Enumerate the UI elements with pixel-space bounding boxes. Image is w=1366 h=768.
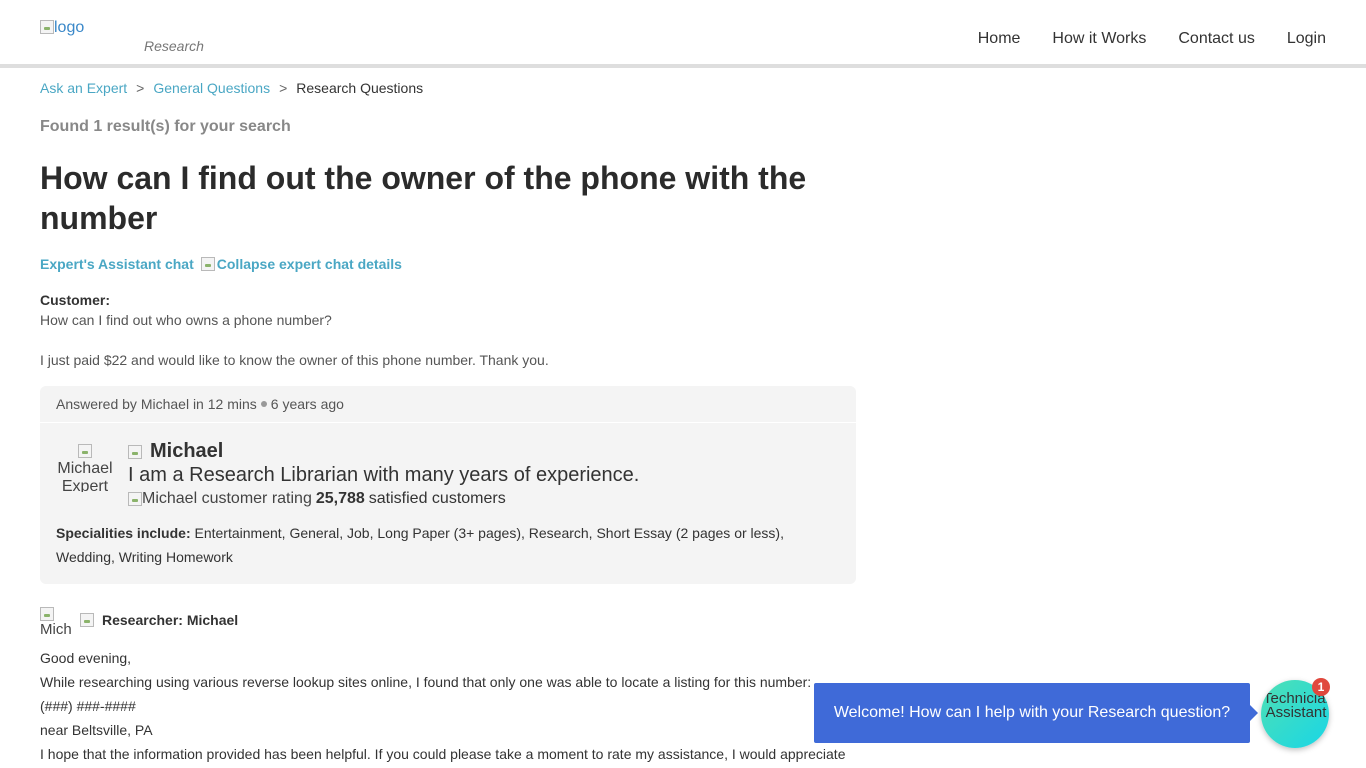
experts-assistant-chat-link[interactable]: Expert's Assistant chat [40,256,194,272]
breadcrumb: Ask an Expert > General Questions > Rese… [40,80,423,96]
expert-avatar: Michael Expert [56,442,114,492]
broken-image-icon [40,20,54,34]
expert-chat-header: Expert's Assistant chat Collapse expert … [40,256,402,272]
avatar-alt-text: Michael Expert [57,460,113,492]
answer-line: (###) ###-#### [40,698,136,714]
nav-how-it-works[interactable]: How it Works [1052,30,1146,48]
logo-subtitle: Research [144,38,204,54]
collapse-chat-details-button[interactable]: Collapse expert chat details [200,256,402,272]
researcher-header: Researcher: Michael [80,612,238,628]
researcher-name: Researcher: Michael [102,612,239,628]
broken-image-icon [78,443,92,458]
site-logo[interactable]: logo [40,20,84,36]
broken-image-icon [200,257,215,271]
answered-by-text: Answered by Michael in 12 mins [56,396,257,412]
card-divider [40,422,856,423]
customer-label: Customer: [40,292,111,308]
launcher-alt-text: Technician Assistant [1263,690,1329,721]
researcher-avatar-alt: Michael [40,621,72,637]
nav-contact-us[interactable]: Contact us [1178,30,1254,48]
search-result-count: Found 1 result(s) for your search [40,118,291,135]
chevron-right-icon: > [279,80,288,96]
dot-separator-icon [260,401,267,407]
satisfied-count: 25,788 [315,490,365,507]
main-nav: Home How it Works Contact us Login [978,30,1326,48]
specialities: Specialities include: Entertainment, Gen… [56,521,816,569]
expert-name[interactable]: Michael [150,440,223,463]
answer-time-ago: 6 years ago [270,396,344,412]
nav-login[interactable]: Login [1287,30,1326,48]
breadcrumb-general-questions[interactable]: General Questions [153,80,270,96]
answer-line: near Beltsville, PA [40,722,153,738]
broken-image-icon [40,607,54,622]
notification-badge: 1 [1312,678,1330,696]
broken-image-icon [80,613,94,627]
page-title: How can I find out the owner of the phon… [40,160,807,236]
chevron-right-icon: > [136,80,145,96]
answer-line: I hope that the information provided has… [40,746,846,762]
specialities-label: Specialities include: [56,525,191,541]
breadcrumb-current: Research Questions [296,80,424,96]
collapse-alt-text: Collapse expert chat details [216,256,402,272]
researcher-avatar: Michael [40,606,72,636]
customer-note: I just paid $22 and would like to know t… [40,352,549,368]
researcher-answer: Good evening, While researching using va… [40,646,860,766]
broken-image-icon [128,444,142,459]
answer-line: Good evening, [40,650,132,666]
nav-home[interactable]: Home [978,30,1021,48]
customer-question: How can I find out who owns a phone numb… [40,312,332,328]
rating-alt-text: Michael customer rating [142,490,312,507]
site-header: logo Research Home How it Works Contact … [0,0,1366,64]
chat-welcome-bubble[interactable]: Welcome! How can I help with your Resear… [814,683,1258,743]
answered-by-line: Answered by Michael in 12 mins 6 years a… [56,396,344,412]
expert-rating-row: Michael customer rating 25,788 satisfied… [128,490,506,508]
satisfied-label: satisfied customers [368,490,506,507]
answer-line: While researching using various reverse … [40,674,812,690]
breadcrumb-ask-an-expert[interactable]: Ask an Expert [40,80,127,96]
expert-answer-card: Answered by Michael in 12 mins 6 years a… [40,386,856,584]
broken-image-icon [128,492,142,506]
expert-description: I am a Research Librarian with many year… [128,464,640,486]
header-divider [0,64,1366,68]
logo-alt-text: logo [54,19,85,36]
expert-name-row: Michael [128,440,223,463]
